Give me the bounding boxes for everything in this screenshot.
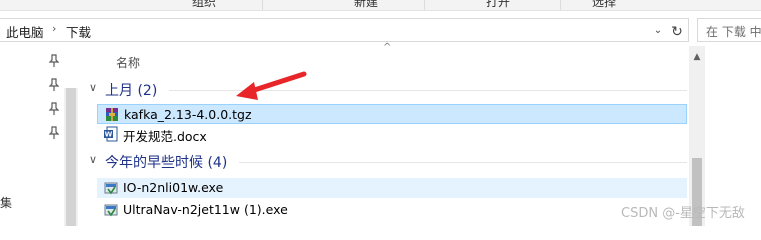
file-name: 开发规范.docx xyxy=(123,129,207,144)
pin-icon[interactable] xyxy=(48,78,60,92)
scroll-up-icon[interactable]: ▲ xyxy=(689,52,705,62)
svg-text:W: W xyxy=(105,131,113,139)
file-row-ultranav-exe[interactable]: UltraNav-n2jet11w (1).exe xyxy=(97,200,687,220)
installer-exe-icon xyxy=(103,202,119,218)
annotation-arrow-icon xyxy=(236,71,307,100)
pin-icon[interactable] xyxy=(48,102,60,116)
file-row-kafka[interactable]: kafka_2.13-4.0.0.tgz xyxy=(97,104,687,124)
group-header-last-month[interactable]: ∨ 上月 (2) xyxy=(89,80,687,100)
nav-item-truncated[interactable]: 集 xyxy=(0,194,12,211)
address-row: 此电脑 › 下载 ⌄ ↻ 在 下载 中 xyxy=(0,14,761,46)
search-input[interactable]: 在 下载 中 xyxy=(697,18,761,42)
breadcrumb-downloads[interactable]: 下载 xyxy=(66,22,91,41)
pin-icon[interactable] xyxy=(48,54,60,68)
group-title: 上月 (2) xyxy=(105,83,158,99)
breadcrumb-separator-icon[interactable]: › xyxy=(52,22,56,35)
ribbon-select[interactable]: 选择 xyxy=(592,0,616,10)
chevron-down-icon[interactable]: ∨ xyxy=(89,81,97,94)
ribbon-divider xyxy=(424,0,425,10)
ribbon-divider xyxy=(560,0,561,10)
group-title: 今年的早些时候 (4) xyxy=(105,155,228,171)
installer-exe-icon xyxy=(103,180,119,196)
sort-ascending-icon: ^ xyxy=(383,42,392,53)
nav-scrollbar-thumb[interactable] xyxy=(66,88,76,226)
file-row-docx[interactable]: W 开发规范.docx xyxy=(97,124,687,144)
ribbon-open[interactable]: 打开 xyxy=(486,0,510,10)
search-placeholder: 在 下载 中 xyxy=(706,25,761,39)
column-header-name[interactable]: 名称 xyxy=(116,54,140,71)
breadcrumb-this-pc[interactable]: 此电脑 xyxy=(6,22,44,41)
file-row-io-exe[interactable]: IO-n2nli01w.exe xyxy=(97,178,687,198)
ribbon-strip: 组织 新建 打开 选择 xyxy=(0,0,761,11)
winrar-archive-icon xyxy=(104,107,120,123)
refresh-icon[interactable]: ↻ xyxy=(667,23,687,41)
ribbon-new[interactable]: 新建 xyxy=(354,0,378,10)
ribbon-organize[interactable]: 组织 xyxy=(192,0,216,10)
group-divider xyxy=(239,162,687,163)
address-bar[interactable]: 此电脑 › 下载 ⌄ ↻ xyxy=(0,18,689,42)
file-name: IO-n2nli01w.exe xyxy=(123,180,224,195)
watermark: CSDN @-星空下无敌 xyxy=(621,206,745,221)
group-header-earlier-this-year[interactable]: ∨ 今年的早些时候 (4) xyxy=(89,152,687,172)
pin-icon[interactable] xyxy=(48,126,60,140)
chevron-down-icon[interactable]: ∨ xyxy=(89,153,97,166)
ribbon-divider xyxy=(262,0,263,10)
word-document-icon: W xyxy=(103,126,119,142)
address-dropdown-icon[interactable]: ⌄ xyxy=(650,23,666,39)
vertical-scrollbar[interactable]: ▲ xyxy=(689,46,705,226)
file-name: UltraNav-n2jet11w (1).exe xyxy=(123,202,288,217)
